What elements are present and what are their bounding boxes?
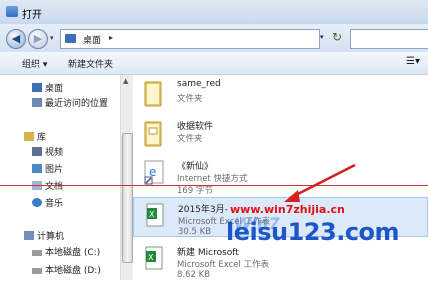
- file-name: 新建 Microsoft: [177, 248, 239, 258]
- sidebar-item-disk-c[interactable]: 本地磁盘 (C:): [32, 245, 100, 259]
- sidebar-item-label: 本地磁盘 (D:): [45, 266, 101, 276]
- file-name: 《新仙》: [177, 162, 214, 172]
- sidebar-item-pictures[interactable]: 图片: [32, 162, 63, 176]
- sidebar-item-label: 图片: [45, 165, 64, 175]
- music-icon: [32, 198, 42, 207]
- window-title: 打开: [22, 10, 42, 21]
- sidebar-item-computer[interactable]: 计算机: [24, 229, 64, 243]
- title-bar: 打开: [0, 0, 428, 24]
- refresh-icon[interactable]: ↻: [332, 30, 342, 44]
- internet-shortcut-icon: e: [144, 160, 164, 185]
- desktop-icon: [32, 83, 42, 92]
- file-type: 文件夹: [177, 134, 203, 144]
- folder-icon: [144, 121, 162, 147]
- search-input[interactable]: [350, 29, 428, 49]
- sidebar-item-label: 本地磁盘 (C:): [45, 248, 101, 258]
- organize-button[interactable]: 组织 ▾: [22, 57, 47, 70]
- list-item[interactable]: 收据软件 文件夹: [133, 115, 428, 155]
- library-icon: [24, 132, 34, 141]
- sidebar-item-video[interactable]: 视频: [32, 145, 63, 159]
- address-dropdown-icon[interactable]: ▾: [320, 33, 324, 41]
- file-name: 2015年3月-: [178, 205, 228, 215]
- scrollbar-thumb[interactable]: [122, 133, 133, 263]
- sidebar-item-disk-d[interactable]: 本地磁盘 (D:): [32, 263, 101, 277]
- navigation-pane: 桌面 最近访问的位置 库 视频 图片 文档 音乐 计算机 本地磁盘 (C:) 本…: [0, 75, 120, 280]
- svg-text:X: X: [148, 253, 154, 262]
- history-dropdown-icon[interactable]: ▾: [50, 34, 54, 42]
- sidebar-item-label: 最近访问的位置: [45, 99, 109, 109]
- file-type: 文件夹: [177, 94, 203, 104]
- window-icon: [6, 6, 18, 17]
- address-input[interactable]: 桌面 ▸: [60, 29, 320, 49]
- file-type: Microsoft Excel 工作表: [177, 260, 270, 270]
- list-item[interactable]: X 新建 Microsoft Microsoft Excel 工作表 8.62 …: [133, 241, 428, 281]
- sidebar-item-documents[interactable]: 文档: [32, 179, 63, 193]
- sidebar-item-desktop[interactable]: 桌面: [32, 81, 63, 95]
- sidebar-item-label: 音乐: [45, 199, 64, 209]
- sidebar-item-label: 库: [37, 133, 47, 143]
- address-bar-row: ◀ ▶ ▾ 桌面 ▸ ▾ ↻: [0, 24, 428, 52]
- file-type: Internet 快捷方式: [177, 174, 248, 184]
- watermark-site: leisu123.com: [226, 218, 400, 246]
- file-name: same_red: [177, 79, 221, 89]
- breadcrumb-chevron-icon[interactable]: ▸: [109, 33, 113, 42]
- sidebar-scrollbar[interactable]: ▲: [120, 75, 133, 280]
- list-item[interactable]: same_red 文件夹: [133, 75, 428, 115]
- file-size: 8.62 KB: [177, 270, 211, 280]
- sidebar-item-recent[interactable]: 最近访问的位置: [32, 96, 108, 110]
- excel-icon: X: [146, 203, 164, 227]
- view-options-icon[interactable]: ☰▾: [406, 56, 420, 67]
- svg-text:X: X: [149, 210, 155, 219]
- new-folder-button[interactable]: 新建文件夹: [68, 57, 113, 70]
- sidebar-item-label: 计算机: [37, 232, 65, 242]
- sidebar-item-music[interactable]: 音乐: [32, 196, 63, 210]
- desktop-icon: [65, 34, 76, 43]
- computer-icon: [24, 231, 34, 240]
- pictures-icon: [32, 164, 42, 173]
- video-icon: [32, 147, 42, 156]
- file-name: 收据软件: [177, 122, 214, 132]
- file-size: 30.5 KB: [178, 227, 212, 237]
- forward-button[interactable]: ▶: [28, 29, 48, 49]
- recent-places-icon: [32, 98, 42, 107]
- excel-icon: X: [145, 246, 163, 270]
- sidebar-item-library[interactable]: 库: [24, 130, 46, 144]
- disk-icon: [32, 250, 42, 256]
- breadcrumb-desktop[interactable]: 桌面: [83, 33, 101, 46]
- watermark-url: www.win7zhijia.cn: [230, 203, 345, 216]
- command-bar: 组织 ▾ 新建文件夹 ☰▾: [0, 52, 428, 75]
- red-annotation-line: [0, 185, 428, 186]
- sidebar-item-label: 文档: [45, 182, 64, 192]
- sidebar-item-label: 视频: [45, 148, 64, 158]
- back-button[interactable]: ◀: [6, 29, 26, 49]
- scroll-up-icon[interactable]: ▲: [123, 77, 128, 85]
- disk-icon: [32, 268, 42, 274]
- sidebar-item-label: 桌面: [45, 84, 64, 94]
- folder-icon: [144, 81, 162, 107]
